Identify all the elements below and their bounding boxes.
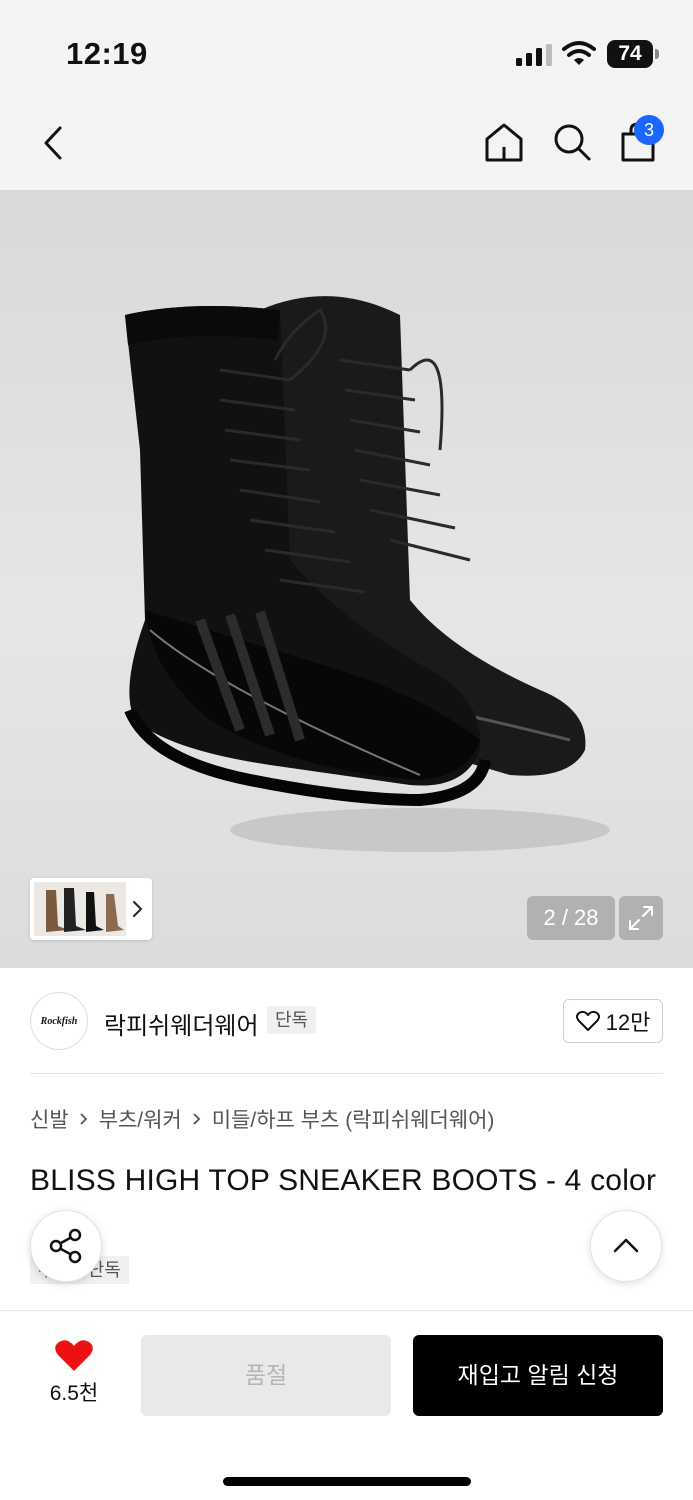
expand-icon (629, 906, 653, 930)
cart-count-badge: 3 (634, 115, 664, 145)
brand-logo[interactable]: Rockfish (30, 992, 88, 1050)
battery-level: 74 (618, 42, 642, 65)
chevron-right-icon (193, 1113, 201, 1125)
thumbnail-image (34, 882, 126, 936)
wishlist-button[interactable]: 6.5천 (30, 1339, 118, 1409)
heart-filled-icon (55, 1340, 93, 1371)
scroll-to-top-button[interactable] (590, 1210, 662, 1282)
breadcrumb-item-boots[interactable]: 부츠/워커 (99, 1104, 182, 1134)
divider (30, 1073, 663, 1074)
breadcrumb-item-shoes[interactable]: 신발 (30, 1104, 69, 1134)
exclusive-badge: 단독 (267, 1006, 317, 1034)
home-indicator (223, 1477, 471, 1486)
brand-row: Rockfish 락피쉬웨더웨어 단독 12만 (0, 968, 693, 1074)
battery-icon: 74 (607, 40, 659, 68)
wifi-icon (562, 41, 596, 65)
chevron-right-icon (80, 1113, 87, 1125)
brand-name-link[interactable]: 락피쉬웨더웨어 (104, 1006, 259, 1041)
search-button[interactable] (548, 118, 596, 166)
product-image-gallery[interactable]: 2 / 28 (0, 190, 693, 968)
brand-like-count: 12만 (605, 1010, 651, 1035)
chevron-up-icon (613, 1238, 639, 1253)
bottom-action-bar: 6.5천 품절 재입고 알림 신청 (0, 1310, 693, 1500)
back-arrow-icon (44, 126, 62, 160)
back-button[interactable] (30, 120, 76, 166)
thumbnail-strip-button[interactable] (30, 878, 152, 940)
chevron-right-icon (133, 901, 143, 917)
home-icon (485, 123, 523, 162)
cellular-signal-icon (516, 44, 552, 66)
product-title: BLISS HIGH TOP SNEAKER BOOTS - 4 color (30, 1164, 657, 1197)
expand-image-button[interactable] (619, 896, 663, 940)
breadcrumb-item-middle-boots[interactable]: 미들/하프 부츠 (락피쉬웨더웨어) (212, 1104, 495, 1134)
share-button[interactable] (30, 1210, 102, 1282)
wishlist-count: 6.5천 (49, 1382, 99, 1405)
share-icon (49, 1228, 82, 1264)
home-button[interactable] (480, 118, 528, 166)
image-counter: 2 / 28 (527, 896, 615, 940)
status-bar: 12:19 74 (0, 0, 693, 100)
search-icon (554, 124, 591, 161)
product-image (124, 296, 610, 852)
brand-like-button[interactable]: 12만 (563, 999, 663, 1043)
status-time: 12:19 (66, 36, 148, 71)
top-nav-bar (0, 100, 693, 190)
soldout-button[interactable]: 품절 (141, 1335, 391, 1416)
heart-outline-icon (575, 1010, 600, 1031)
breadcrumb: 신발 부츠/워커 미들/하프 부츠 (락피쉬웨더웨어) (30, 1104, 494, 1134)
brand-logo-text: Rockfish (40, 1015, 78, 1027)
restock-notification-button[interactable]: 재입고 알림 신청 (413, 1335, 663, 1416)
